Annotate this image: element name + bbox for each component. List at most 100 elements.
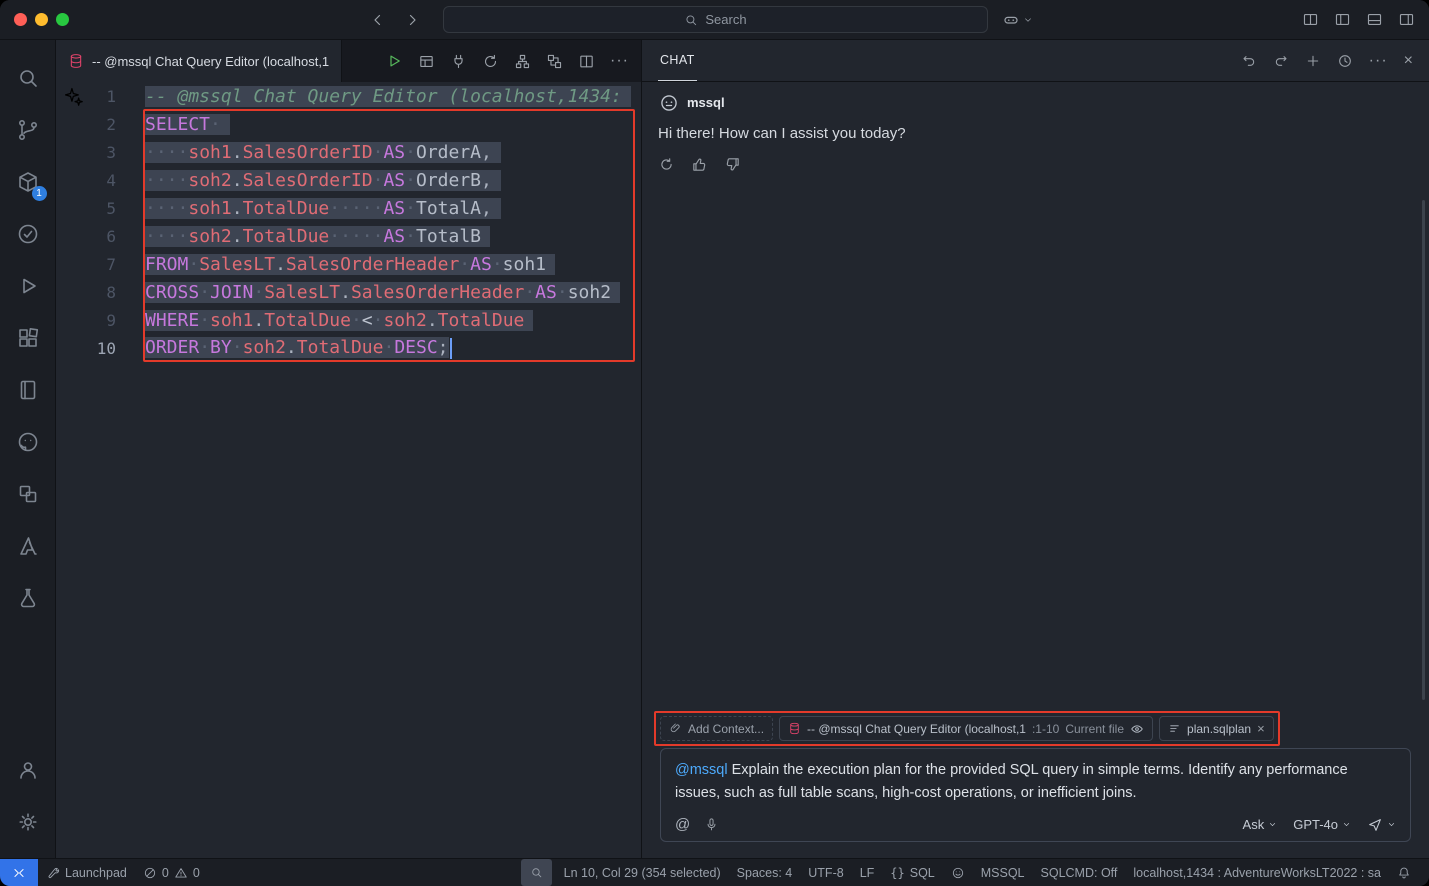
eye-icon[interactable] [1130, 722, 1144, 736]
text-cursor [450, 338, 452, 359]
code-token: TotalDue [438, 310, 525, 331]
selection-highlight: ····soh2.TotalDue·····AS·TotalB [145, 226, 490, 247]
code-token: soh2 [188, 170, 231, 191]
navigate-back-icon[interactable] [369, 11, 387, 29]
chat-input-text[interactable]: @mssql Explain the execution plan for th… [675, 759, 1396, 804]
code-line[interactable]: 3····soh1.SalesOrderID·AS·OrderA, [56, 138, 641, 166]
query-plan-icon[interactable] [546, 53, 563, 70]
redo-icon[interactable] [1273, 53, 1289, 69]
close-icon[interactable]: × [1404, 53, 1413, 69]
estimated-plan-icon[interactable] [514, 53, 531, 70]
code-line[interactable]: 7FROM·SalesLT.SalesOrderHeader·AS·soh1 [56, 250, 641, 278]
add-context-chip[interactable]: Add Context... [660, 716, 773, 741]
run-query-icon[interactable] [385, 52, 403, 70]
notifications-status[interactable] [1389, 859, 1419, 886]
sidebar-item-azure[interactable] [4, 520, 52, 572]
file-context-chip[interactable]: -- @mssql Chat Query Editor (localhost,1… [779, 716, 1153, 741]
code-line[interactable]: 5····soh1.TotalDue·····AS·TotalA, [56, 194, 641, 222]
code-token: ···· [145, 198, 188, 219]
refresh-connection-icon[interactable] [482, 53, 499, 70]
editor-tab[interactable]: -- @mssql Chat Query Editor (localhost,1 [56, 40, 342, 82]
split-editor-icon[interactable] [578, 53, 595, 70]
sidebar-item-testing[interactable] [4, 208, 52, 260]
sidebar-item-notebook[interactable] [4, 364, 52, 416]
code-line[interactable]: 4····soh2.SalesOrderID·AS·OrderB, [56, 166, 641, 194]
model-dropdown[interactable]: GPT-4o [1293, 817, 1351, 832]
toggle-panel-icon[interactable] [1366, 11, 1383, 28]
mention-icon[interactable]: @ [675, 816, 690, 833]
cursor-position-status[interactable]: Ln 10, Col 29 (354 selected) [556, 859, 729, 886]
mode-dropdown[interactable]: Ask [1243, 817, 1278, 832]
connection-status[interactable]: localhost,1434 : AdventureWorksLT2022 : … [1125, 859, 1389, 886]
close-window-button[interactable] [14, 13, 27, 26]
retry-icon[interactable] [658, 156, 675, 173]
code-line[interactable]: 6····soh2.TotalDue·····AS·TotalB [56, 222, 641, 250]
code-line[interactable]: 9WHERE·soh1.TotalDue·<·soh2.TotalDue [56, 306, 641, 334]
sidebar-item-extensions[interactable] [4, 312, 52, 364]
code-token: · [232, 337, 243, 358]
copilot-menu-button[interactable] [1002, 11, 1033, 29]
code-token: . [232, 170, 243, 191]
chat-scrollbar[interactable] [1422, 200, 1425, 700]
feedback-status[interactable] [943, 859, 973, 886]
copilot-sparkle-icon[interactable] [64, 87, 83, 106]
toggle-secondary-sidebar-icon[interactable] [1398, 11, 1415, 28]
sidebar-item-settings[interactable] [4, 796, 52, 848]
search-input[interactable]: Search [443, 6, 988, 33]
sidebar-item-sql-projects[interactable] [4, 572, 52, 624]
results-grid-icon[interactable] [418, 53, 435, 70]
customize-layout-icon[interactable] [1302, 11, 1319, 28]
sidebar-item-remote-explorer[interactable]: 1 [4, 156, 52, 208]
toggle-primary-sidebar-icon[interactable] [1334, 11, 1351, 28]
connection-plug-icon[interactable] [450, 53, 467, 70]
circle-check-icon [16, 222, 40, 246]
sidebar-item-search[interactable] [4, 52, 52, 104]
indentation-status[interactable]: Spaces: 4 [729, 859, 801, 886]
vscode-window: Search 1 [0, 0, 1429, 886]
person-icon [16, 758, 40, 782]
line-number: 5 [56, 199, 145, 218]
code-token: soh2 [188, 226, 231, 247]
chat-input-box[interactable]: @mssql Explain the execution plan for th… [660, 748, 1411, 842]
launchpad-status[interactable]: Launchpad [38, 859, 135, 886]
sidebar-item-github[interactable] [4, 416, 52, 468]
editor-group: -- @mssql Chat Query Editor (localhost,1… [56, 40, 642, 858]
eol-status[interactable]: LF [852, 859, 883, 886]
chat-panel: CHAT ··· × mssql Hi there! How can I ass… [642, 40, 1429, 858]
mic-icon[interactable] [704, 817, 719, 832]
search-status[interactable] [521, 859, 552, 886]
code-line[interactable]: 2SELECT· [56, 110, 641, 138]
remove-chip-icon[interactable]: × [1257, 722, 1265, 735]
new-chat-icon[interactable] [1305, 53, 1321, 69]
undo-icon[interactable] [1241, 53, 1257, 69]
remote-indicator[interactable] [0, 859, 38, 886]
thumbs-up-icon[interactable] [691, 156, 708, 173]
file-context-range: :1-10 [1032, 722, 1059, 736]
tab-chat[interactable]: CHAT [658, 40, 697, 81]
history-icon[interactable] [1337, 53, 1353, 69]
sidebar-item-source-control[interactable] [4, 104, 52, 156]
plan-file-chip[interactable]: plan.sqlplan × [1159, 716, 1274, 741]
more-icon[interactable]: ··· [1369, 53, 1388, 69]
send-button[interactable] [1367, 817, 1396, 833]
code-line[interactable]: 1-- @mssql Chat Query Editor (localhost,… [56, 82, 641, 110]
code-line[interactable]: 10ORDER·BY·soh2.TotalDue·DESC; [56, 334, 641, 362]
sidebar-item-run-debug[interactable] [4, 260, 52, 312]
sqlcmd-status[interactable]: SQLCMD: Off [1033, 859, 1126, 886]
language-mode-status[interactable]: {}SQL [882, 859, 942, 886]
selection-highlight: ····soh2.SalesOrderID·AS·OrderB, [145, 170, 501, 191]
model-label: GPT-4o [1293, 817, 1338, 832]
code-line[interactable]: 8CROSS·JOIN·SalesLT.SalesOrderHeader·AS·… [56, 278, 641, 306]
code-token: . [232, 198, 243, 219]
code-editor[interactable]: 1-- @mssql Chat Query Editor (localhost,… [56, 82, 641, 858]
zoom-window-button[interactable] [56, 13, 69, 26]
sidebar-item-components[interactable] [4, 468, 52, 520]
encoding-status[interactable]: UTF-8 [800, 859, 851, 886]
minimize-window-button[interactable] [35, 13, 48, 26]
problems-status[interactable]: 0 0 [135, 859, 208, 886]
navigate-forward-icon[interactable] [403, 11, 421, 29]
more-actions-icon[interactable]: ··· [610, 53, 629, 69]
sidebar-item-accounts[interactable] [4, 744, 52, 796]
thumbs-down-icon[interactable] [724, 156, 741, 173]
mssql-status[interactable]: MSSQL [973, 859, 1033, 886]
